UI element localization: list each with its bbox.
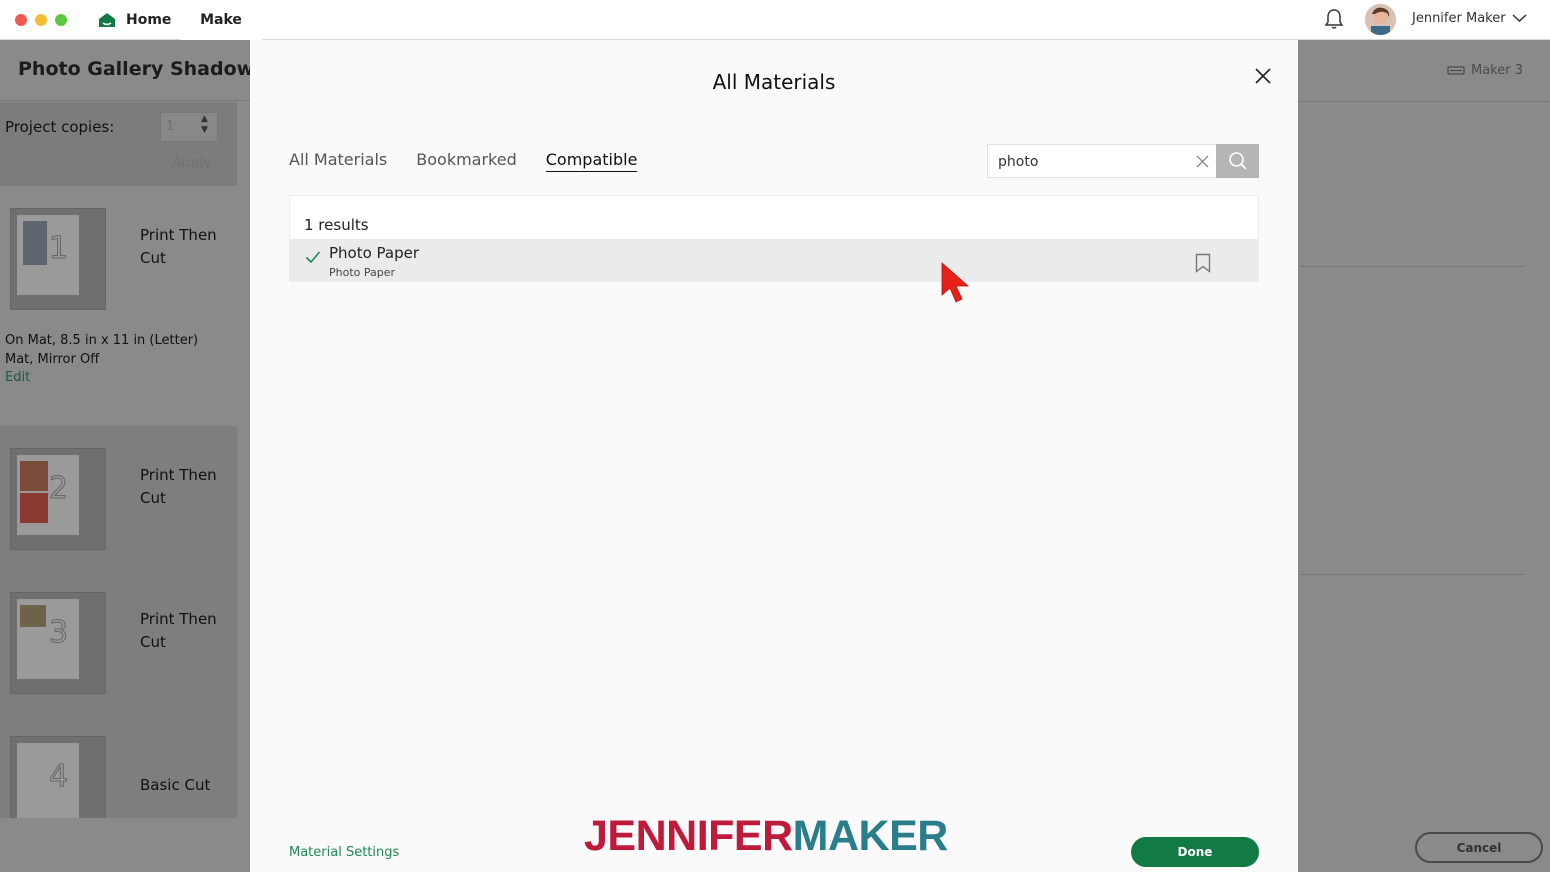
watermark-part-2: MAKER: [792, 812, 949, 860]
mat-thumbnail: 1: [10, 208, 106, 310]
check-icon: [305, 251, 321, 264]
window-maximize-button[interactable]: [55, 14, 67, 26]
mat-card[interactable]: 2 Print Then Cut: [0, 426, 237, 570]
chevron-down-icon[interactable]: [1512, 12, 1527, 24]
mat-card[interactable]: 4 Basic Cut: [0, 714, 237, 818]
pointer-cursor-icon: [941, 262, 970, 303]
watermark-part-1: JENNIFER: [584, 812, 793, 860]
material-name: Photo Paper: [329, 244, 420, 262]
home-button[interactable]: Home: [98, 9, 171, 31]
machine-selector[interactable]: Maker 3: [1447, 63, 1523, 78]
material-category: Photo Paper: [329, 266, 396, 279]
window-close-button[interactable]: [15, 14, 27, 26]
mat-thumbnail: 2: [10, 448, 106, 550]
mat-card[interactable]: 3 Print Then Cut: [0, 570, 237, 714]
window-minimize-button[interactable]: [35, 14, 47, 26]
done-button[interactable]: Done: [1131, 837, 1259, 867]
copies-value: 1: [166, 119, 175, 134]
mat-thumbnail: 3: [10, 592, 106, 694]
home-label: Home: [126, 12, 172, 28]
machine-label: Maker 3: [1471, 63, 1523, 78]
divider: [1298, 101, 1550, 102]
mat-mode-label: Print Then Cut: [140, 610, 217, 651]
mat-number: 2: [48, 471, 69, 507]
make-label: Make: [200, 12, 242, 28]
dialog-title: All Materials: [712, 70, 836, 94]
title-bar: Home Make Jennifer Maker: [0, 0, 1550, 40]
apply-button[interactable]: Apply: [172, 155, 212, 171]
edit-link[interactable]: Edit: [5, 370, 30, 385]
search-icon: [1228, 152, 1247, 170]
stepper-arrows-icon[interactable]: ▲ ▼: [201, 114, 208, 136]
divider: [0, 100, 250, 101]
house-icon: [99, 13, 115, 27]
bell-icon[interactable]: [1324, 8, 1344, 30]
clear-search-icon[interactable]: [1195, 154, 1210, 169]
machine-icon: [1447, 66, 1465, 75]
divider: [1300, 266, 1524, 267]
mat-thumbnail: 4: [10, 736, 106, 818]
watermark-logo: JENNIFERMAKER: [584, 812, 948, 860]
divider: [1300, 574, 1524, 575]
mat-number: 1: [48, 231, 69, 267]
mat-mode-label: Print Then Cut: [140, 226, 217, 267]
materials-dialog: All Materials All Materials Bookmarked C…: [250, 40, 1298, 872]
search-field[interactable]: [987, 144, 1217, 178]
avatar[interactable]: [1365, 4, 1396, 35]
photo-thumbnail: [20, 605, 46, 627]
mat-number: 4: [48, 759, 69, 795]
mat-mode-label: Basic Cut: [140, 776, 211, 794]
search-input[interactable]: [998, 152, 1188, 172]
settings-panel: [1298, 40, 1550, 872]
list-item[interactable]: Photo Paper Photo Paper: [290, 239, 1258, 282]
cancel-button[interactable]: Cancel: [1415, 832, 1543, 863]
photo-thumbnail: [23, 221, 47, 265]
results-count: 1 results: [304, 216, 369, 234]
tab-make[interactable]: Make: [180, 0, 262, 40]
mat-number: 3: [48, 615, 69, 651]
material-tabs: All Materials Bookmarked Compatible: [289, 150, 638, 172]
bookmark-icon[interactable]: [1195, 253, 1211, 273]
mat-card[interactable]: 1 Print Then Cut: [0, 186, 237, 330]
tab-compatible[interactable]: Compatible: [545, 150, 638, 172]
tab-bookmarked[interactable]: Bookmarked: [416, 150, 516, 172]
results-list: 1 results Photo Paper Photo Paper: [289, 195, 1259, 282]
mat-mode-label: Print Then Cut: [140, 466, 217, 507]
mat-info: On Mat, 8.5 in x 11 in (Letter) Mat, Mir…: [5, 333, 199, 367]
tab-all-materials[interactable]: All Materials: [289, 150, 387, 172]
project-title: Photo Gallery Shadow Box: [18, 58, 250, 80]
close-icon[interactable]: [1252, 65, 1274, 87]
photo-thumbnail: [20, 461, 48, 491]
user-name[interactable]: Jennifer Maker: [1412, 11, 1506, 26]
copies-label: Project copies:: [5, 118, 115, 136]
material-settings-link[interactable]: Material Settings: [289, 845, 399, 860]
search-button[interactable]: [1216, 144, 1259, 178]
photo-thumbnail: [20, 493, 48, 523]
